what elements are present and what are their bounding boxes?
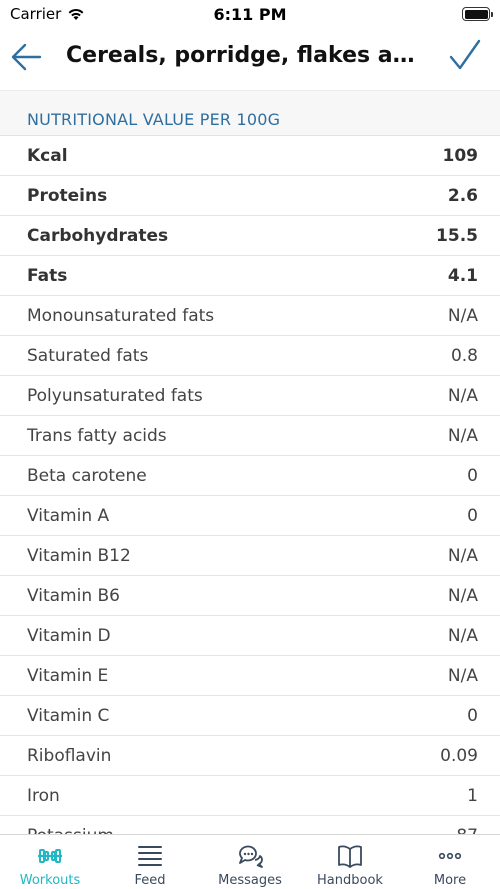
- nutrient-name: Trans fatty acids: [27, 425, 167, 446]
- battery-icon: [462, 7, 493, 21]
- nutrient-row: Carbohydrates 15.5: [0, 216, 500, 256]
- nutrient-value: 1: [467, 785, 478, 806]
- tab-label: Handbook: [317, 873, 383, 888]
- nutrient-name: Potassium: [27, 826, 114, 835]
- nutrient-value: 87: [456, 826, 478, 835]
- nutrient-name: Carbohydrates: [27, 225, 169, 246]
- nutrient-row: Monounsaturated fats N/A: [0, 296, 500, 336]
- nutrient-row: Polyunsaturated fats N/A: [0, 376, 500, 416]
- nutrient-row: Vitamin B12 N/A: [0, 536, 500, 576]
- nutrient-value: 0: [467, 505, 478, 526]
- tab-label: Messages: [218, 873, 282, 888]
- nutrient-value: N/A: [447, 385, 478, 406]
- nutrient-list[interactable]: Kcal 109 Proteins 2.6 Carbohydrates 15.5 Fats 4…: [0, 136, 500, 834]
- book-icon: [338, 845, 362, 868]
- nutrient-value: N/A: [447, 545, 478, 566]
- back-arrow-icon[interactable]: [10, 40, 44, 74]
- nutrient-row: Beta carotene 0: [0, 456, 500, 496]
- nutrient-name: Proteins: [27, 185, 108, 206]
- nutrient-name: Fats: [27, 265, 68, 286]
- tab-label: Workouts: [19, 873, 81, 888]
- nutrient-row: Potassium 87: [0, 816, 500, 835]
- nutrient-name: Polyunsaturated fats: [27, 385, 203, 406]
- nutrient-row: Vitamin B6 N/A: [0, 576, 500, 616]
- nutrient-name: Vitamin A: [27, 505, 110, 526]
- nutrient-value: 15.5: [436, 225, 478, 246]
- tab-label: Feed: [134, 873, 166, 888]
- dumbbell-icon: [38, 849, 62, 863]
- nutrient-value: N/A: [447, 305, 478, 326]
- nutrient-value: 2.6: [447, 185, 478, 206]
- nutrient-row: Vitamin E N/A: [0, 656, 500, 696]
- clock: 6:11 PM: [213, 5, 287, 24]
- nutrient-value: N/A: [447, 625, 478, 646]
- nutrient-value: 109: [442, 145, 479, 166]
- nutrient-name: Beta carotene: [27, 465, 147, 486]
- tab-label: More: [433, 873, 467, 888]
- nutrient-row: Saturated fats 0.8: [0, 336, 500, 376]
- nutrient-row: Proteins 2.6: [0, 176, 500, 216]
- section-header-label: NUTRITIONAL VALUE PER 100G: [27, 110, 281, 129]
- tab-handbook[interactable]: Handbook: [300, 835, 400, 889]
- chat-bubbles-icon: [239, 845, 263, 868]
- feed-lines-icon: [138, 846, 162, 866]
- nutrient-name: Vitamin C: [27, 705, 110, 726]
- more-dots-icon: [438, 852, 462, 860]
- section-header: NUTRITIONAL VALUE PER 100G: [0, 90, 500, 136]
- nutrient-name: Vitamin E: [27, 665, 109, 686]
- nutrient-value: 4.1: [447, 265, 478, 286]
- nutrient-name: Riboflavin: [27, 745, 112, 766]
- status-bar: Carrier 6:11 PM: [0, 0, 500, 30]
- tab-feed[interactable]: Feed: [100, 835, 200, 889]
- tab-bar: Workouts Feed Messages Handbook More: [0, 834, 500, 889]
- tab-more[interactable]: More: [400, 835, 500, 889]
- nutrient-value: 0: [467, 705, 478, 726]
- nutrient-name: Saturated fats: [27, 345, 149, 366]
- nutrient-value: N/A: [447, 425, 478, 446]
- checkmark-icon[interactable]: [448, 38, 482, 72]
- nutrient-row: Iron 1: [0, 776, 500, 816]
- navigation-bar: Cereals, porridge, flakes and...: [0, 30, 500, 90]
- nutrient-row: Fats 4.1: [0, 256, 500, 296]
- nutrient-value: N/A: [447, 665, 478, 686]
- nutrient-value: 0.09: [440, 745, 478, 766]
- page-title: Cereals, porridge, flakes and...: [66, 43, 422, 68]
- nutrient-row: Kcal 109: [0, 136, 500, 176]
- nutrient-row: Vitamin C 0: [0, 696, 500, 736]
- nutrient-value: N/A: [447, 585, 478, 606]
- nutrient-row: Trans fatty acids N/A: [0, 416, 500, 456]
- tab-workouts[interactable]: Workouts: [0, 835, 100, 889]
- nutrient-name: Monounsaturated fats: [27, 305, 215, 326]
- nutrient-name: Kcal: [27, 145, 68, 166]
- nutrient-name: Iron: [27, 785, 60, 806]
- nutrient-row: Riboflavin 0.09: [0, 736, 500, 776]
- nutrient-value: 0: [467, 465, 478, 486]
- nutrient-row: Vitamin A 0: [0, 496, 500, 536]
- nutrient-value: 0.8: [450, 345, 478, 366]
- tab-messages[interactable]: Messages: [200, 835, 300, 889]
- nutrient-row: Vitamin D N/A: [0, 616, 500, 656]
- nutrient-name: Vitamin B6: [27, 585, 121, 606]
- nutrient-name: Vitamin D: [27, 625, 111, 646]
- nutrient-name: Vitamin B12: [27, 545, 131, 566]
